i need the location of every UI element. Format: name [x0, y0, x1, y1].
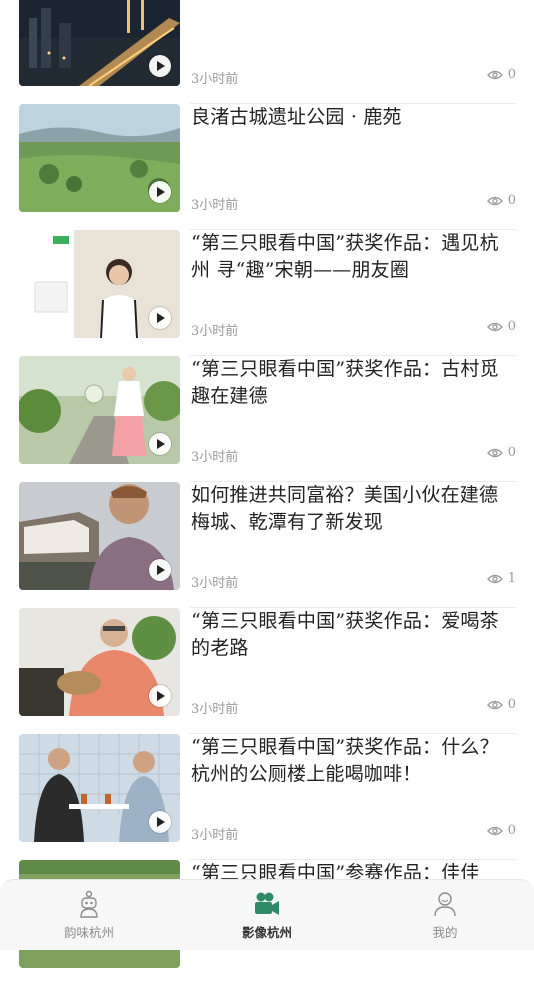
view-count: 0	[486, 823, 516, 838]
item-title[interactable]: “第三只眼看中国”获奖作品：什么？杭州的公厕楼上能喝咖啡！	[191, 734, 513, 788]
video-camera-icon	[253, 890, 281, 918]
robot-icon	[78, 890, 100, 918]
eye-icon	[486, 70, 503, 80]
item-time: 3小时前	[191, 72, 239, 87]
play-icon[interactable]	[149, 433, 171, 455]
view-count-value: 0	[507, 67, 516, 82]
item-time: 3小时前	[191, 198, 239, 213]
play-icon[interactable]	[149, 685, 171, 707]
list-item[interactable]: 3小时前 0	[0, 0, 534, 104]
item-title[interactable]: 如何推进共同富裕？美国小伙在建德梅城、乾潭有了新发现	[191, 482, 513, 536]
tab-yingxiang-hangzhou[interactable]: 影像杭州	[192, 880, 342, 941]
bottom-tab-bar: 韵味杭州 影像杭州 我的	[0, 879, 534, 950]
view-count-value: 0	[507, 319, 516, 334]
play-icon[interactable]	[149, 307, 171, 329]
list-item[interactable]: 良渚古城遗址公园 · 鹿苑 3小时前 0	[0, 104, 534, 230]
list-item[interactable]: “第三只眼看中国”获奖作品：爱喝茶的老路 3小时前 0	[0, 608, 534, 734]
list-item[interactable]: “第三只眼看中国”获奖作品：什么？杭州的公厕楼上能喝咖啡！ 3小时前 0	[0, 734, 534, 860]
list-item[interactable]: “第三只眼看中国”获奖作品：遇见杭州 寻“趣”宋朝——朋友圈 3小时前 0	[0, 230, 534, 356]
view-count-value: 0	[507, 445, 516, 460]
view-count: 0	[486, 319, 516, 334]
eye-icon	[486, 826, 503, 836]
item-time: 3小时前	[191, 324, 239, 339]
video-thumbnail[interactable]	[19, 104, 180, 212]
view-count-value: 0	[507, 193, 516, 208]
item-time: 3小时前	[191, 576, 239, 591]
video-thumbnail[interactable]	[19, 734, 180, 842]
tab-label: 影像杭州	[241, 925, 292, 940]
video-thumbnail[interactable]	[19, 230, 180, 338]
view-count: 0	[486, 193, 516, 208]
view-count: 0	[486, 67, 516, 82]
tab-yunwei-hangzhou[interactable]: 韵味杭州	[14, 880, 164, 941]
video-thumbnail[interactable]	[19, 0, 180, 86]
item-title[interactable]: “第三只眼看中国”获奖作品：遇见杭州 寻“趣”宋朝——朋友圈	[191, 230, 513, 284]
tab-mine[interactable]: 我的	[370, 880, 520, 941]
play-icon[interactable]	[149, 559, 171, 581]
eye-icon	[486, 448, 503, 458]
eye-icon	[486, 322, 503, 332]
list-item[interactable]: “第三只眼看中国”获奖作品：古村觅趣在建德 3小时前 0	[0, 356, 534, 482]
video-thumbnail[interactable]	[19, 608, 180, 716]
video-thumbnail[interactable]	[19, 356, 180, 464]
item-title[interactable]: 良渚古城遗址公园 · 鹿苑	[191, 104, 513, 131]
user-icon	[433, 890, 457, 918]
view-count-value: 1	[507, 571, 516, 586]
view-count-value: 0	[507, 697, 516, 712]
item-title[interactable]: “第三只眼看中国”获奖作品：古村觅趣在建德	[191, 356, 513, 410]
play-icon[interactable]	[149, 181, 171, 203]
eye-icon	[486, 196, 503, 206]
item-time: 3小时前	[191, 828, 239, 843]
item-time: 3小时前	[191, 450, 239, 465]
eye-icon	[486, 700, 503, 710]
play-icon[interactable]	[149, 811, 171, 833]
tab-label: 我的	[432, 925, 458, 940]
view-count: 0	[486, 697, 516, 712]
view-count: 1	[486, 571, 516, 586]
video-thumbnail[interactable]	[19, 482, 180, 590]
item-title[interactable]: “第三只眼看中国”获奖作品：爱喝茶的老路	[191, 608, 513, 662]
view-count: 0	[486, 445, 516, 460]
tab-label: 韵味杭州	[63, 925, 114, 940]
play-icon[interactable]	[149, 55, 171, 77]
eye-icon	[486, 574, 503, 584]
item-time: 3小时前	[191, 702, 239, 717]
view-count-value: 0	[507, 823, 516, 838]
list-item[interactable]: 如何推进共同富裕？美国小伙在建德梅城、乾潭有了新发现 3小时前 1	[0, 482, 534, 608]
